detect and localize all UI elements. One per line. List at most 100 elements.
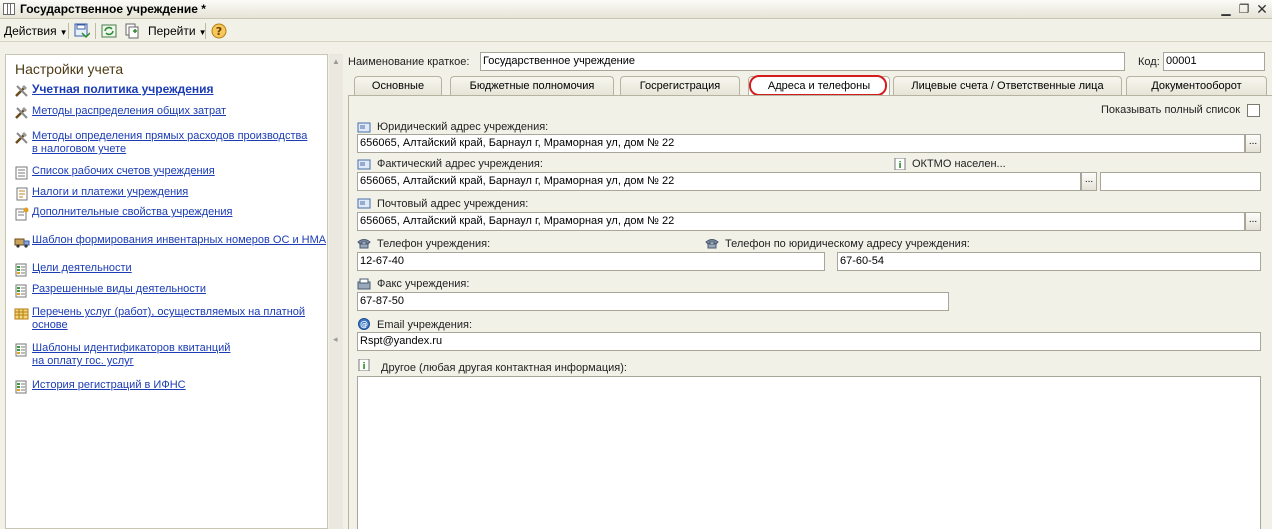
- tab-addresses-phones[interactable]: Адреса и телефоны: [748, 76, 890, 97]
- phone-icon: [705, 239, 719, 249]
- properties-icon: [15, 207, 29, 221]
- actual-address-field[interactable]: 656065, Алтайский край, Барнаул г, Мрамо…: [357, 172, 1081, 191]
- catalog-icon: [15, 380, 27, 394]
- postal-address-field[interactable]: 656065, Алтайский край, Барнаул г, Мрамо…: [357, 212, 1245, 231]
- phone-label: Телефон учреждения:: [377, 238, 491, 250]
- truck-icon: [14, 238, 30, 248]
- toolbar-separator: [68, 23, 69, 39]
- list-item[interactable]: Список рабочих счетов учреждения: [14, 165, 215, 180]
- fax-icon: [357, 278, 371, 290]
- address-icon: [357, 198, 371, 209]
- accounting-settings-panel: Настройки учета Учетная политика учрежде…: [5, 54, 328, 529]
- list-item[interactable]: Учетная политика учреждения: [14, 83, 214, 98]
- catalog-icon: [15, 343, 27, 357]
- tab-accounts-responsible[interactable]: Лицевые счета / Ответственные лица: [893, 76, 1122, 96]
- tab-budget-powers[interactable]: Бюджетные полномочия: [450, 76, 614, 96]
- inventory-template-link[interactable]: Шаблон формирования инвентарных номеров …: [32, 234, 326, 247]
- actions-menu[interactable]: Действия ▼: [4, 24, 68, 38]
- show-full-list-label: Показывать полный список: [1101, 104, 1241, 116]
- code-label: Код:: [1138, 56, 1160, 68]
- list-item[interactable]: Дополнительные свойства учреждения: [14, 206, 232, 221]
- additional-properties-link[interactable]: Дополнительные свойства учреждения: [32, 206, 232, 219]
- short-name-field[interactable]: Государственное учреждение: [480, 52, 1125, 71]
- paid-services-link[interactable]: Перечень услуг (работ), осуществляемых н…: [32, 306, 314, 332]
- refresh-icon[interactable]: [101, 23, 117, 39]
- scroll-up-icon[interactable]: ▲: [330, 56, 342, 68]
- oktmo-label: ОКТМО населен...: [912, 158, 1006, 170]
- dropdown-arrow-icon: ▼: [59, 28, 68, 37]
- window-titlebar: Государственное учреждение * ▁ ❐ ✕: [0, 0, 1272, 19]
- help-icon[interactable]: ?: [211, 23, 227, 39]
- postal-address-label: Почтовый адрес учреждения:: [377, 198, 529, 210]
- goto-menu[interactable]: Перейти ▼: [148, 24, 206, 38]
- tab-main[interactable]: Основные: [354, 76, 442, 96]
- toolbar: Действия ▼ Перейти ▼ ?: [0, 20, 1272, 42]
- panel-splitter[interactable]: ▲ ◂: [329, 54, 343, 529]
- other-info-textarea[interactable]: [357, 376, 1261, 529]
- window-title: Государственное учреждение *: [20, 2, 206, 16]
- legal-address-field[interactable]: 656065, Алтайский край, Барнаул г, Мрамо…: [357, 134, 1245, 153]
- email-field[interactable]: Rspt@yandex.ru: [357, 332, 1261, 351]
- tools-icon: [15, 107, 28, 119]
- cost-allocation-link[interactable]: Методы распределения общих затрат: [32, 105, 226, 118]
- address-icon: [357, 122, 371, 133]
- ifns-history-link[interactable]: История регистраций в ИФНС: [32, 379, 186, 392]
- postal-address-select-button[interactable]: ...: [1245, 212, 1261, 231]
- list-item[interactable]: Методы определения прямых расходов произ…: [14, 130, 314, 156]
- svg-text:?: ?: [216, 25, 222, 38]
- tab-registration[interactable]: Госрегистрация: [620, 76, 740, 96]
- app-icon: [3, 3, 15, 15]
- activities-link[interactable]: Разрешенные виды деятельности: [32, 283, 206, 296]
- document-icon: [16, 187, 28, 201]
- tab-document-flow[interactable]: Документооборот: [1126, 76, 1267, 96]
- list-icon: [15, 166, 28, 180]
- code-field[interactable]: 00001: [1163, 52, 1265, 71]
- main-form: Наименование краткое: Государственное уч…: [344, 47, 1272, 529]
- svg-text:i: i: [898, 161, 901, 170]
- restore-icon[interactable]: ❐: [1236, 1, 1252, 17]
- receipt-templates-link[interactable]: Шаблоны идентификаторов квитанций на опл…: [32, 342, 244, 368]
- splitter-grip-icon[interactable]: ◂: [333, 334, 338, 345]
- list-item[interactable]: Шаблон формирования инвентарных номеров …: [14, 234, 326, 249]
- minimize-icon[interactable]: ▁: [1218, 1, 1234, 17]
- catalog-icon: [15, 263, 27, 277]
- fax-field[interactable]: 67-87-50: [357, 292, 949, 311]
- list-item[interactable]: История регистраций в ИФНС: [14, 379, 186, 394]
- actions-menu-label: Действия: [4, 24, 57, 38]
- note-icon: i: [358, 359, 370, 371]
- list-item[interactable]: Шаблоны идентификаторов квитанций на опл…: [14, 342, 244, 368]
- panel-title: Настройки учета: [15, 61, 124, 77]
- goals-link[interactable]: Цели деятельности: [32, 262, 132, 275]
- list-item[interactable]: Налоги и платежи учреждения: [14, 186, 188, 201]
- list-item[interactable]: Перечень услуг (работ), осуществляемых н…: [14, 306, 314, 332]
- direct-costs-link[interactable]: Методы определения прямых расходов произ…: [32, 130, 314, 156]
- working-accounts-link[interactable]: Список рабочих счетов учреждения: [32, 165, 215, 178]
- other-info-label: Другое (любая другая контактная информац…: [381, 362, 627, 374]
- phone-icon: [357, 239, 371, 249]
- legal-phone-field[interactable]: 67-60-54: [837, 252, 1261, 271]
- table-icon: [14, 308, 29, 320]
- copy-document-icon[interactable]: [124, 23, 140, 39]
- taxes-link[interactable]: Налоги и платежи учреждения: [32, 186, 188, 199]
- oktmo-field[interactable]: [1100, 172, 1261, 191]
- legal-address-select-button[interactable]: ...: [1245, 134, 1261, 153]
- fax-label: Факс учреждения:: [377, 278, 470, 290]
- toolbar-separator: [95, 23, 96, 39]
- close-icon[interactable]: ✕: [1254, 1, 1270, 17]
- show-full-list-checkbox[interactable]: [1247, 104, 1260, 117]
- legal-address-label: Юридический адрес учреждения:: [377, 121, 549, 133]
- tools-icon: [15, 132, 28, 144]
- actual-address-select-button[interactable]: ...: [1081, 172, 1097, 191]
- svg-text:@: @: [360, 320, 368, 329]
- list-item[interactable]: Цели деятельности: [14, 262, 132, 277]
- legal-phone-label: Телефон по юридическому адресу учреждени…: [725, 238, 970, 250]
- save-and-close-icon[interactable]: [74, 23, 90, 39]
- short-name-label: Наименование краткое:: [348, 56, 470, 68]
- actual-address-label: Фактический адрес учреждения:: [377, 158, 543, 170]
- list-item[interactable]: Разрешенные виды деятельности: [14, 283, 206, 298]
- goto-menu-label: Перейти: [148, 24, 196, 38]
- list-item[interactable]: Методы распределения общих затрат: [14, 105, 226, 120]
- info-icon: i: [894, 158, 906, 170]
- accounting-policy-link[interactable]: Учетная политика учреждения: [32, 83, 214, 96]
- phone-field[interactable]: 12-67-40: [357, 252, 825, 271]
